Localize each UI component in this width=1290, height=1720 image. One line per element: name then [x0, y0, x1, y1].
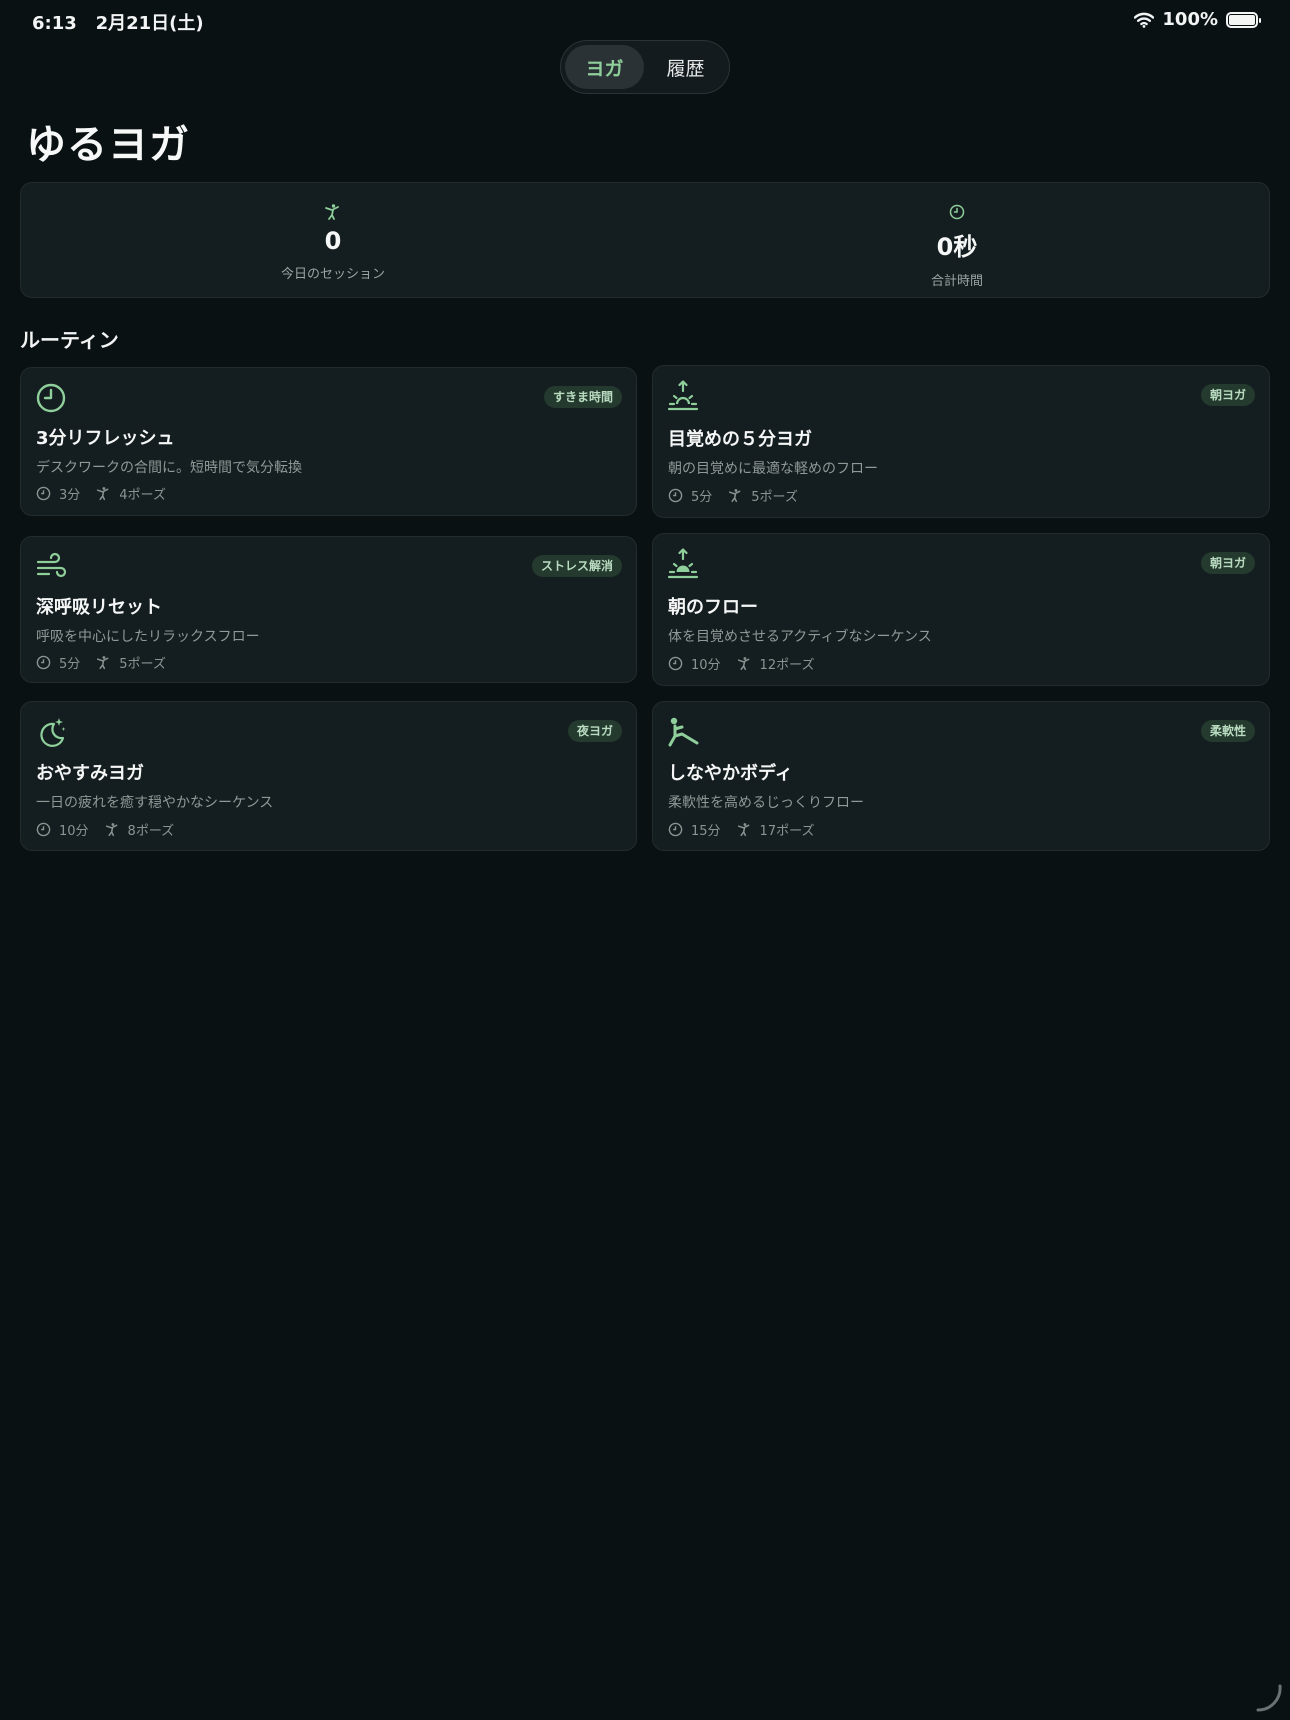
resize-handle-icon[interactable]	[1250, 1680, 1286, 1716]
poses-count-icon	[97, 487, 109, 501]
routine-duration: 5分	[59, 657, 81, 672]
routine-title: 3分リフレッシュ	[36, 428, 175, 449]
category-badge: 夜ヨガ	[567, 720, 622, 742]
sunrise-icon	[667, 380, 699, 411]
yoga-app-screen: 6:13 2月21日(土) 100% ヨガ 履歴 ゆるヨガ 0 今日のセッション…	[0, 0, 1290, 1720]
duration-clock-icon	[36, 655, 51, 670]
stretch-figure-icon	[668, 717, 699, 747]
routine-duration: 10分	[691, 658, 721, 673]
stat-total-time: 0秒 合計時間	[645, 183, 1269, 297]
routine-meta: 5分 5ポーズ	[36, 653, 166, 672]
routine-card[interactable]: 夜ヨガ おやすみヨガ 一日の疲れを癒す穏やかなシーケンス 10分 8ポーズ	[20, 701, 637, 851]
routine-title: 目覚めの５分ヨガ	[668, 429, 812, 450]
page-title: ゆるヨガ	[26, 122, 190, 168]
category-badge: 朝ヨガ	[1200, 384, 1255, 406]
clock-icon	[949, 204, 965, 220]
routine-meta: 10分 12ポーズ	[668, 654, 814, 673]
routine-card[interactable]: すきま時間 3分リフレッシュ デスクワークの合間に。短時間で気分転換 3分 4ポ…	[20, 367, 637, 516]
duration-clock-icon	[668, 822, 683, 837]
routine-poses: 4ポーズ	[119, 488, 166, 503]
status-time: 6:13 2月21日(土)	[32, 9, 204, 35]
routine-description: デスクワークの合間に。短時間で気分転換	[36, 460, 302, 476]
routine-card[interactable]: 柔軟性 しなやかボディ 柔軟性を高めるじっくりフロー 15分 17ポーズ	[652, 701, 1270, 851]
routine-description: 柔軟性を高めるじっくりフロー	[668, 795, 864, 811]
routine-description: 一日の疲れを癒す穏やかなシーケンス	[36, 795, 274, 811]
status-date: 2月21日(土)	[95, 13, 204, 34]
yoga-pose-icon	[325, 204, 339, 220]
routine-card[interactable]: 朝ヨガ 朝のフロー 体を目覚めさせるアクティブなシーケンス 10分 12ポーズ	[652, 533, 1270, 686]
routine-poses: 8ポーズ	[127, 824, 175, 839]
tab-switcher: ヨガ 履歴	[560, 40, 730, 94]
routine-poses: 12ポーズ	[759, 658, 815, 673]
routine-duration: 15分	[691, 824, 721, 839]
status-indicators: 100%	[1134, 9, 1261, 30]
duration-clock-icon	[668, 488, 683, 503]
sessions-value: 0	[324, 227, 342, 255]
routine-duration: 10分	[59, 824, 89, 839]
routine-description: 呼吸を中心にしたリラックスフロー	[36, 629, 260, 645]
total-time-value: 0秒	[936, 233, 978, 261]
poses-count-icon	[737, 657, 749, 671]
routine-meta: 3分 4ポーズ	[36, 484, 166, 503]
routine-duration: 5分	[691, 490, 713, 505]
battery-percentage: 100%	[1162, 9, 1218, 30]
total-time-label: 合計時間	[930, 274, 983, 289]
tab-yoga[interactable]: ヨガ	[565, 45, 644, 89]
duration-clock-icon	[36, 822, 51, 837]
sessions-label: 今日のセッション	[280, 267, 385, 282]
poses-count-icon	[97, 656, 109, 670]
category-badge: 柔軟性	[1200, 720, 1255, 742]
stats-card: 0 今日のセッション 0秒 合計時間	[20, 182, 1270, 298]
routine-title: おやすみヨガ	[36, 763, 144, 784]
status-bar: 6:13 2月21日(土) 100%	[0, 0, 1290, 40]
poses-count-icon	[729, 489, 741, 503]
routine-meta: 15分 17ポーズ	[668, 820, 814, 839]
category-badge: すきま時間	[543, 386, 622, 408]
routine-poses: 5ポーズ	[751, 490, 798, 505]
status-clock: 6:13	[32, 13, 77, 34]
routine-duration: 3分	[59, 488, 81, 503]
routine-description: 朝の目覚めに最適な軽めのフロー	[668, 461, 878, 477]
routines-heading: ルーティン	[20, 328, 119, 352]
routine-meta: 10分 8ポーズ	[36, 820, 174, 839]
routine-card[interactable]: 朝ヨガ 目覚めの５分ヨガ 朝の目覚めに最適な軽めのフロー 5分 5ポーズ	[652, 365, 1270, 518]
routine-description: 体を目覚めさせるアクティブなシーケンス	[668, 629, 932, 645]
duration-clock-icon	[668, 656, 683, 671]
wind-icon	[36, 552, 67, 578]
routine-title: しなやかボディ	[668, 763, 793, 784]
wifi-icon	[1134, 12, 1155, 28]
routine-meta: 5分 5ポーズ	[668, 486, 798, 505]
duration-clock-icon	[36, 486, 51, 501]
routine-title: 朝のフロー	[668, 597, 758, 618]
routine-poses: 17ポーズ	[759, 824, 815, 839]
tab-history[interactable]: 履歴	[646, 45, 725, 89]
poses-count-icon	[737, 823, 749, 837]
sunrise-filled-icon	[667, 548, 699, 579]
battery-icon	[1226, 11, 1261, 28]
stat-sessions-today: 0 今日のセッション	[21, 183, 645, 297]
routine-card[interactable]: ストレス解消 深呼吸リセット 呼吸を中心にしたリラックスフロー 5分 5ポーズ	[20, 536, 637, 683]
poses-count-icon	[105, 823, 117, 837]
routine-poses: 5ポーズ	[119, 657, 166, 672]
routine-title: 深呼吸リセット	[36, 597, 162, 618]
category-badge: ストレス解消	[531, 555, 622, 577]
category-badge: 朝ヨガ	[1200, 552, 1255, 574]
clock-icon	[36, 383, 66, 413]
moon-stars-icon	[40, 718, 66, 747]
